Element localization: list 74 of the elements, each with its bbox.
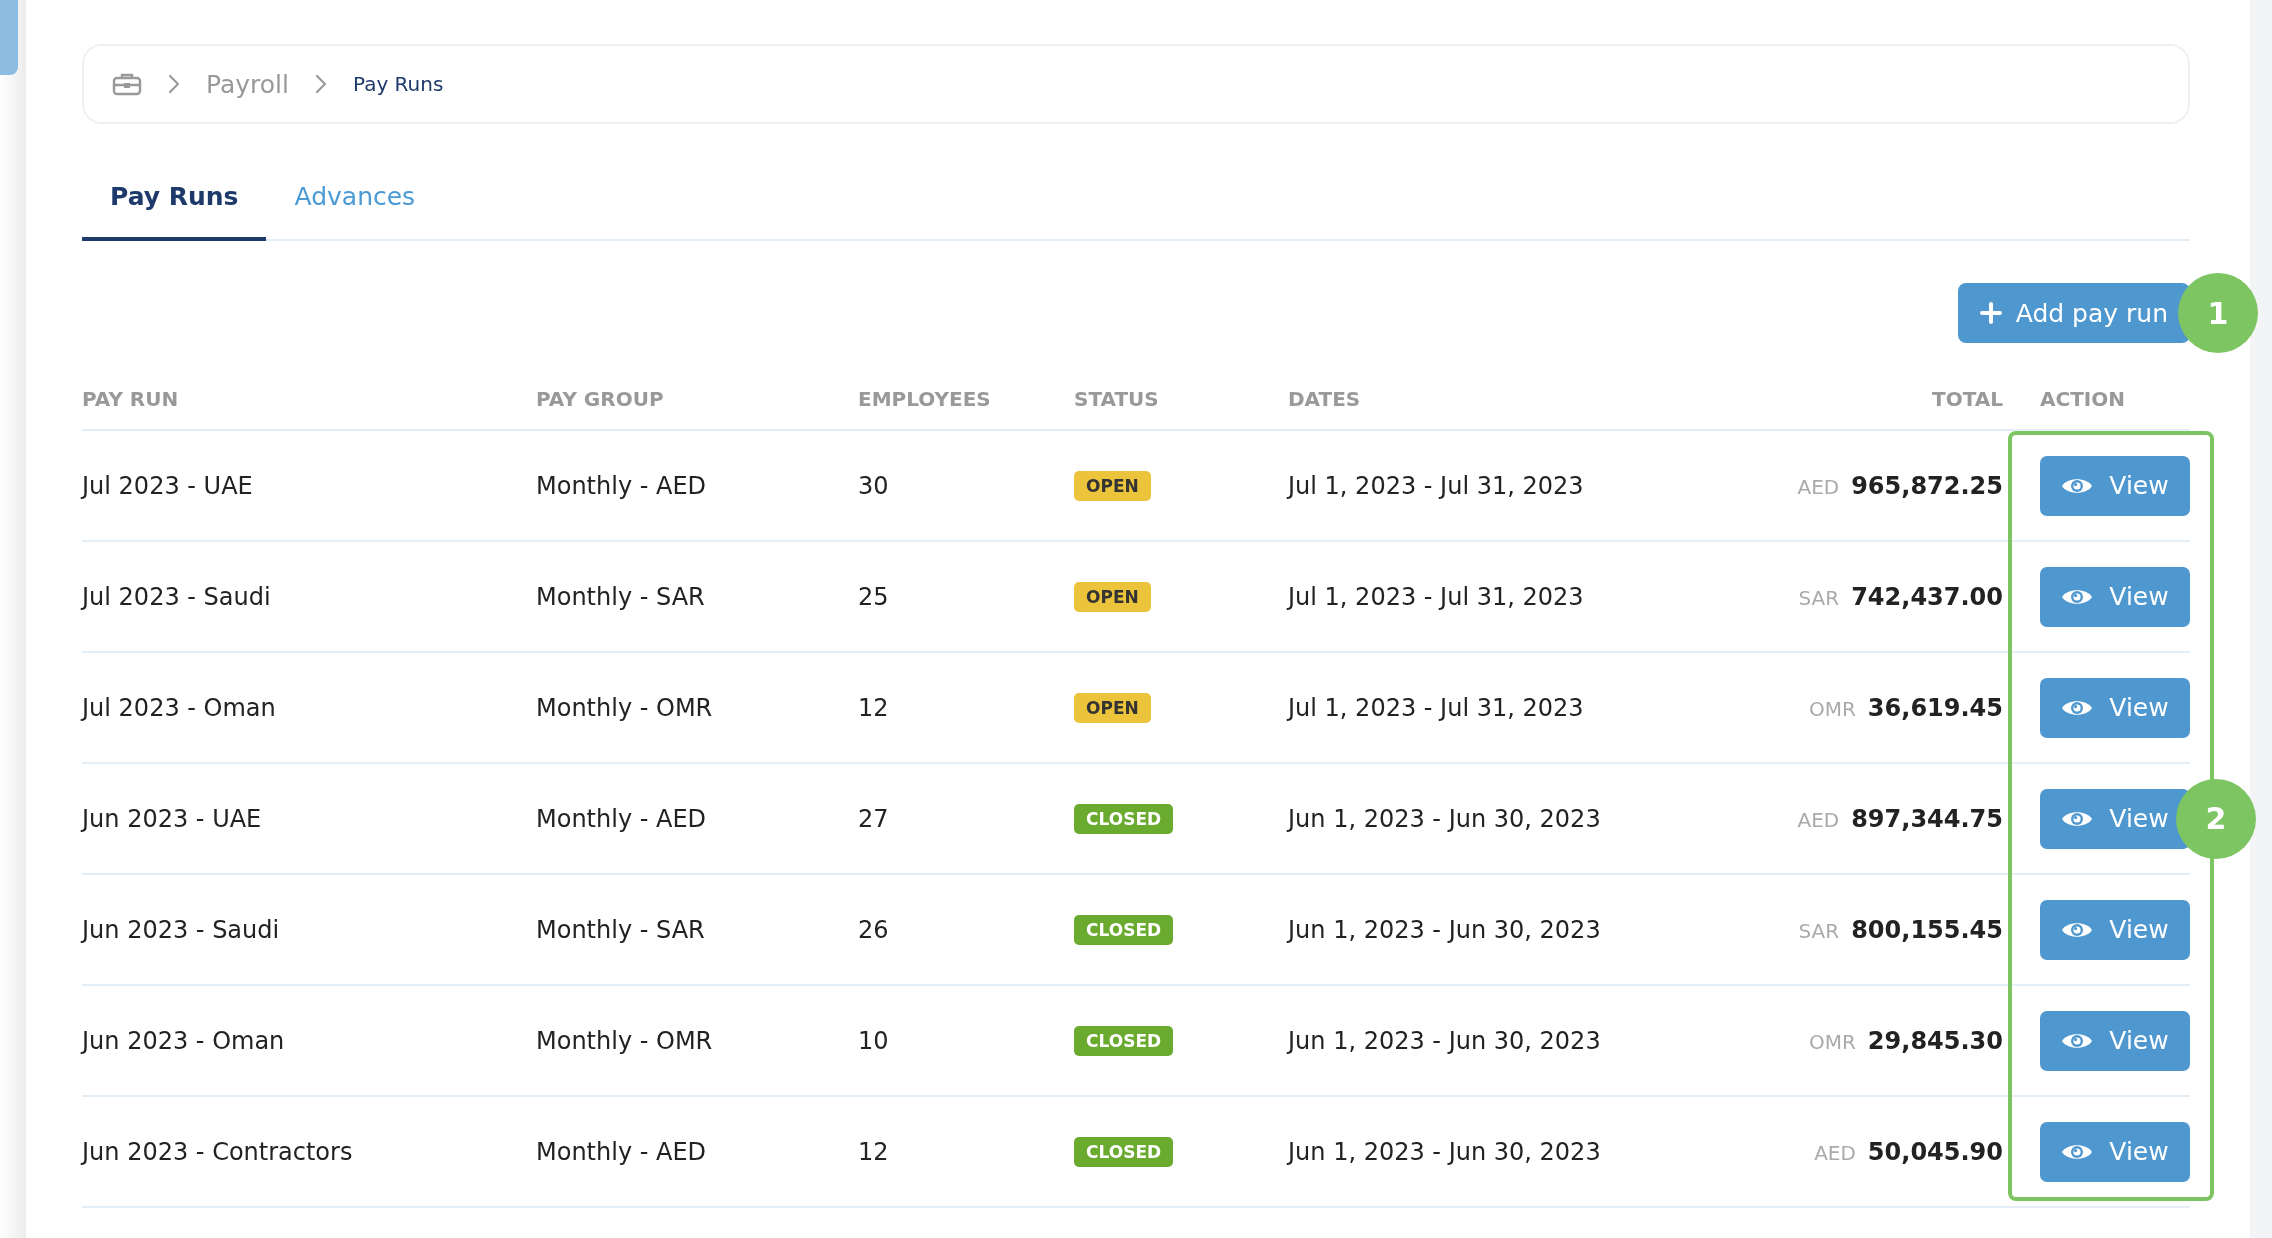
view-button[interactable]: View (2040, 1010, 2190, 1071)
currency-code: SAR (1798, 585, 1840, 610)
employees-cell-text: 12 (858, 693, 890, 722)
tab[interactable]: Pay Runs (82, 162, 267, 241)
column-header: EMPLOYEES (858, 387, 992, 411)
chevron-right-icon (168, 74, 180, 94)
employees-cell-text: 26 (858, 915, 890, 944)
view-button[interactable]: View (2040, 566, 2190, 627)
column-header: STATUS (1074, 387, 1160, 411)
currency-code: AED (1814, 1140, 1856, 1165)
pay-group-cell-text: Monthly - AED (536, 1137, 708, 1166)
pay-run-cell-text: Jun 2023 - UAE (82, 804, 263, 833)
employees-cell-text: 10 (858, 1026, 890, 1055)
view-button[interactable]: View (2040, 1121, 2190, 1182)
dates-cell-text: Jun 1, 2023 - Jun 30, 2023 (1288, 915, 1602, 944)
dates-cell-text: Jun 1, 2023 - Jun 30, 2023 (1288, 1137, 1602, 1166)
status-badge: OPEN (1074, 581, 1151, 612)
pay-run-cell-text: Jun 2023 - Saudi (82, 915, 281, 944)
pay-run-cell-text: Jul 2023 - Saudi (82, 582, 272, 611)
column-header: PAY RUN (82, 387, 180, 411)
status-badge: OPEN (1074, 470, 1151, 501)
column-header: DATES (1288, 387, 1362, 411)
dates-cell-text: Jul 1, 2023 - Jul 31, 2023 (1288, 582, 1585, 611)
column-header: PAY GROUP (536, 387, 665, 411)
add-pay-run-button[interactable]: Add pay run (1957, 283, 2190, 343)
currency-code: OMR (1808, 1029, 1856, 1054)
pay-group-cell-text: Monthly - AED (536, 804, 708, 833)
employees-cell-text: 25 (858, 582, 890, 611)
side-tab[interactable] (0, 0, 18, 75)
pay-group-cell-text: Monthly - SAR (536, 582, 706, 611)
view-button[interactable]: View (2040, 677, 2190, 738)
total-amount: 29,845.30 (1867, 1026, 2003, 1055)
total-amount: 965,872.25 (1851, 471, 2003, 500)
dates-cell-text: Jun 1, 2023 - Jun 30, 2023 (1288, 1026, 1602, 1055)
callout-number: 1 (2178, 273, 2258, 353)
total-amount: 36,619.45 (1867, 693, 2003, 722)
currency-code: OMR (1808, 696, 1856, 721)
tab[interactable]: Advances (266, 162, 444, 241)
pay-group-cell-text: Monthly - OMR (536, 1026, 714, 1055)
total-amount: 897,344.75 (1851, 804, 2003, 833)
currency-code: AED (1797, 807, 1840, 832)
total-amount: 800,155.45 (1851, 915, 2003, 944)
breadcrumb-link[interactable]: Pay Runs (353, 72, 444, 96)
pay-group-cell-text: Monthly - OMR (536, 693, 714, 722)
pay-run-cell-text: Jun 2023 - Oman (82, 1026, 286, 1055)
column-header: ACTION (2040, 387, 2126, 411)
dates-cell-text: Jul 1, 2023 - Jul 31, 2023 (1288, 471, 1585, 500)
pay-run-cell-text: Jul 2023 - UAE (82, 471, 254, 500)
status-badge: CLOSED (1074, 1025, 1174, 1056)
total-amount: 742,437.00 (1851, 582, 2003, 611)
currency-code: SAR (1798, 918, 1840, 943)
employees-cell-text: 27 (858, 804, 890, 833)
pay-run-cell-text: Jun 2023 - Contractors (82, 1137, 354, 1166)
callout-number: 2 (2176, 778, 2256, 859)
chevron-right-icon (315, 74, 327, 94)
column-header: TOTAL (1931, 387, 2003, 411)
dates-cell-text: Jul 1, 2023 - Jul 31, 2023 (1288, 693, 1585, 722)
total-amount: 50,045.90 (1867, 1137, 2003, 1166)
pay-group-cell-text: Monthly - SAR (536, 915, 706, 944)
status-badge: OPEN (1074, 692, 1151, 723)
status-badge: CLOSED (1074, 1136, 1174, 1167)
view-button[interactable]: View (2040, 455, 2190, 516)
view-button[interactable]: View (2040, 899, 2190, 960)
briefcase-icon (112, 72, 142, 96)
employees-cell-text: 12 (858, 1137, 890, 1166)
pay-run-cell-text: Jul 2023 - Oman (82, 693, 277, 722)
status-badge: CLOSED (1074, 914, 1174, 945)
breadcrumb-link[interactable]: Payroll (206, 69, 289, 99)
plus-icon (1979, 302, 2002, 324)
currency-code: AED (1797, 474, 1840, 499)
pay-group-cell-text: Monthly - AED (536, 471, 708, 500)
dates-cell-text: Jun 1, 2023 - Jun 30, 2023 (1288, 804, 1602, 833)
employees-cell-text: 30 (858, 471, 890, 500)
status-badge: CLOSED (1074, 803, 1174, 834)
